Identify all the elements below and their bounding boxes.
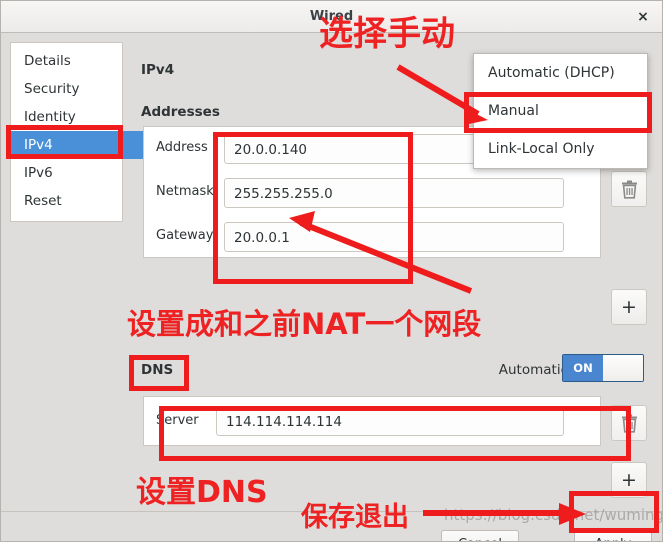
- highlight-box-manual-option: [464, 92, 652, 133]
- highlight-box-address-fields: [213, 132, 413, 284]
- sidebar-item-label: Details: [24, 53, 71, 69]
- sidebar-item-label: Reset: [24, 193, 62, 209]
- highlight-box-apply-button: [569, 491, 659, 533]
- address-row-label: Address: [156, 140, 208, 155]
- addresses-heading: Addresses: [141, 104, 220, 120]
- highlight-box-dns-label: [129, 355, 189, 391]
- annotation-select-manual: 选择手动: [319, 14, 455, 54]
- annotation-save-exit: 保存退出: [301, 502, 409, 533]
- dns-automatic-label: Automatic: [498, 362, 568, 378]
- dns-automatic-toggle[interactable]: ON: [562, 354, 644, 382]
- sidebar-item-label: IPv6: [24, 165, 53, 181]
- sidebar-item-label: Identity: [24, 109, 76, 125]
- annotation-set-dns: 设置DNS: [136, 475, 268, 510]
- network-settings-window: Wired × Details Security Identity IPv4 I…: [0, 0, 663, 542]
- cancel-button[interactable]: Cancel: [441, 530, 519, 541]
- delete-address-button[interactable]: [611, 171, 647, 207]
- sidebar-item-security[interactable]: Security: [11, 75, 122, 103]
- dropdown-option-automatic-dhcp[interactable]: Automatic (DHCP): [474, 54, 647, 92]
- sidebar-item-reset[interactable]: Reset: [11, 187, 122, 215]
- add-address-button[interactable]: +: [611, 289, 647, 325]
- sidebar-item-label: Security: [24, 81, 80, 97]
- close-icon[interactable]: ×: [634, 8, 652, 26]
- gateway-row-label: Gateway: [156, 228, 214, 243]
- dns-toggle-knob: [603, 355, 643, 381]
- dropdown-option-label: Link-Local Only: [488, 141, 595, 157]
- highlight-box-ipv4-sidebar: [6, 125, 123, 159]
- annotation-same-subnet: 设置成和之前NAT一个网段: [127, 307, 482, 341]
- dropdown-option-link-local-only[interactable]: Link-Local Only: [474, 130, 647, 168]
- trash-icon: [621, 180, 637, 199]
- ipv4-section-heading: IPv4: [141, 62, 175, 78]
- dropdown-option-label: Automatic (DHCP): [488, 65, 615, 81]
- sidebar-item-ipv6[interactable]: IPv6: [11, 159, 122, 187]
- sidebar-item-details[interactable]: Details: [11, 47, 122, 75]
- netmask-row-label: Netmask: [156, 184, 214, 199]
- dns-toggle-on-label: ON: [563, 355, 603, 381]
- highlight-box-dns-server-row: [159, 406, 631, 461]
